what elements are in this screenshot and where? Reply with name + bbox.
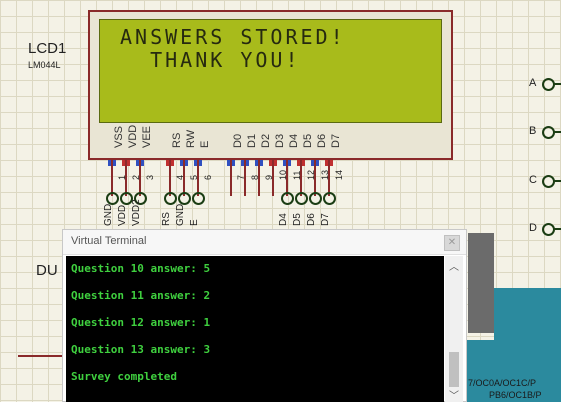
pin-number: 6 xyxy=(203,174,213,180)
pin-terminal[interactable] xyxy=(281,192,294,205)
pin-wire xyxy=(111,160,113,196)
pin-wire xyxy=(286,160,288,196)
terminal-line: Survey completed xyxy=(71,370,177,383)
virtual-terminal-window[interactable]: Virtual Terminal ✕ Question 10 answer: 5… xyxy=(62,229,467,402)
lcd-pin-label-d2: D2 xyxy=(260,133,272,148)
lcd-pin-label-e: E xyxy=(199,140,211,148)
lcd-pin-label-d3: D3 xyxy=(274,133,286,148)
scrollbar-thumb[interactable] xyxy=(449,352,459,387)
pin-terminal[interactable] xyxy=(309,192,322,205)
mcu-pin-label-2: PB6/OC1B/P xyxy=(489,390,542,400)
lcd-pin-label-vdd: VDD xyxy=(127,124,139,148)
virtual-terminal-titlebar[interactable]: Virtual Terminal ✕ xyxy=(63,230,466,255)
schematic-canvas[interactable]: LCD1 LM044L ANSWERS STORED! THANK YOU! V… xyxy=(0,0,561,402)
pin-wire xyxy=(125,160,127,196)
lcd-pin-label-d5: D5 xyxy=(302,133,314,148)
pin-wire xyxy=(328,160,330,196)
pin-wire xyxy=(139,160,141,196)
port-wire-a xyxy=(553,83,561,85)
du-component-label: DU xyxy=(36,262,58,279)
pin-terminal[interactable] xyxy=(295,192,308,205)
terminal-pin-label: D7 xyxy=(320,213,331,226)
terminal-pin-label: RS xyxy=(161,212,172,226)
port-wire-b xyxy=(553,131,561,133)
port-label-c: C xyxy=(529,174,537,186)
terminal-output[interactable]: Question 10 answer: 5 Question 11 answer… xyxy=(66,256,444,402)
lcd-pin-label-rs: RS xyxy=(171,132,183,148)
terminal-pin-label: VDD xyxy=(117,204,128,226)
terminal-line: Question 11 answer: 2 xyxy=(71,289,211,302)
terminal-scrollbar[interactable]: ︿ ﹀ xyxy=(445,256,463,402)
pin-number: 3 xyxy=(145,174,155,180)
pin-wire xyxy=(272,160,274,196)
lcd-pin-label-d6: D6 xyxy=(316,133,328,148)
pin-wire xyxy=(230,160,232,196)
lcd-pin-label-d4: D4 xyxy=(288,133,300,148)
lcd-line-2: THANK YOU! xyxy=(120,48,301,72)
terminal-pin-label: D6 xyxy=(306,213,317,226)
terminal-line: Question 13 answer: 3 xyxy=(71,343,211,356)
port-label-a: A xyxy=(529,77,537,89)
lcd-pin-label-rw: RW xyxy=(185,129,197,148)
pin-wire xyxy=(258,160,260,196)
lcd-pin-label-d7: D7 xyxy=(330,133,342,148)
terminal-line: Question 12 answer: 1 xyxy=(71,316,211,329)
pin-wire xyxy=(169,160,171,196)
lcd-reference-label: LCD1 xyxy=(28,40,67,57)
pin-terminal[interactable] xyxy=(323,192,336,205)
lcd-pin-label-d0: D0 xyxy=(232,133,244,148)
mcu-pin-label-1: 7/OC0A/OC1C/P xyxy=(468,378,537,388)
pin-wire xyxy=(300,160,302,196)
close-icon[interactable]: ✕ xyxy=(444,235,460,251)
pin-wire xyxy=(314,160,316,196)
port-label-b: B xyxy=(529,125,537,137)
terminal-pin-label: GND xyxy=(103,203,114,226)
component-body-grey xyxy=(468,233,494,333)
chevron-up-icon[interactable]: ︿ xyxy=(445,258,463,273)
terminal-pin-label: E xyxy=(189,219,200,226)
lcd-screen: ANSWERS STORED! THANK YOU! xyxy=(99,19,442,123)
pin-wire xyxy=(244,160,246,196)
lcd-pin-label-vee: VEE xyxy=(141,125,153,148)
virtual-terminal-title: Virtual Terminal xyxy=(71,235,147,247)
terminal-pin-label: D5 xyxy=(292,213,303,226)
pin-terminal[interactable] xyxy=(192,192,205,205)
lcd-pin-label-d1: D1 xyxy=(246,133,258,148)
lcd-part-label: LM044L xyxy=(28,60,61,70)
terminal-line: Question 10 answer: 5 xyxy=(71,262,211,275)
port-wire-d xyxy=(553,228,561,230)
pin-wire xyxy=(183,160,185,196)
port-wire-c xyxy=(553,180,561,182)
lcd-pin-label-vss: VSS xyxy=(113,125,125,148)
terminal-pin-label: D4 xyxy=(278,213,289,226)
pin-wire xyxy=(197,160,199,196)
terminal-pin-label: GND xyxy=(175,203,186,226)
pin-number: 14 xyxy=(334,169,344,180)
chevron-down-icon[interactable]: ﹀ xyxy=(445,387,463,402)
port-label-d: D xyxy=(529,222,537,234)
terminal-pin-label: VDD2 xyxy=(131,199,142,226)
lcd-line-1: ANSWERS STORED! xyxy=(120,25,346,49)
